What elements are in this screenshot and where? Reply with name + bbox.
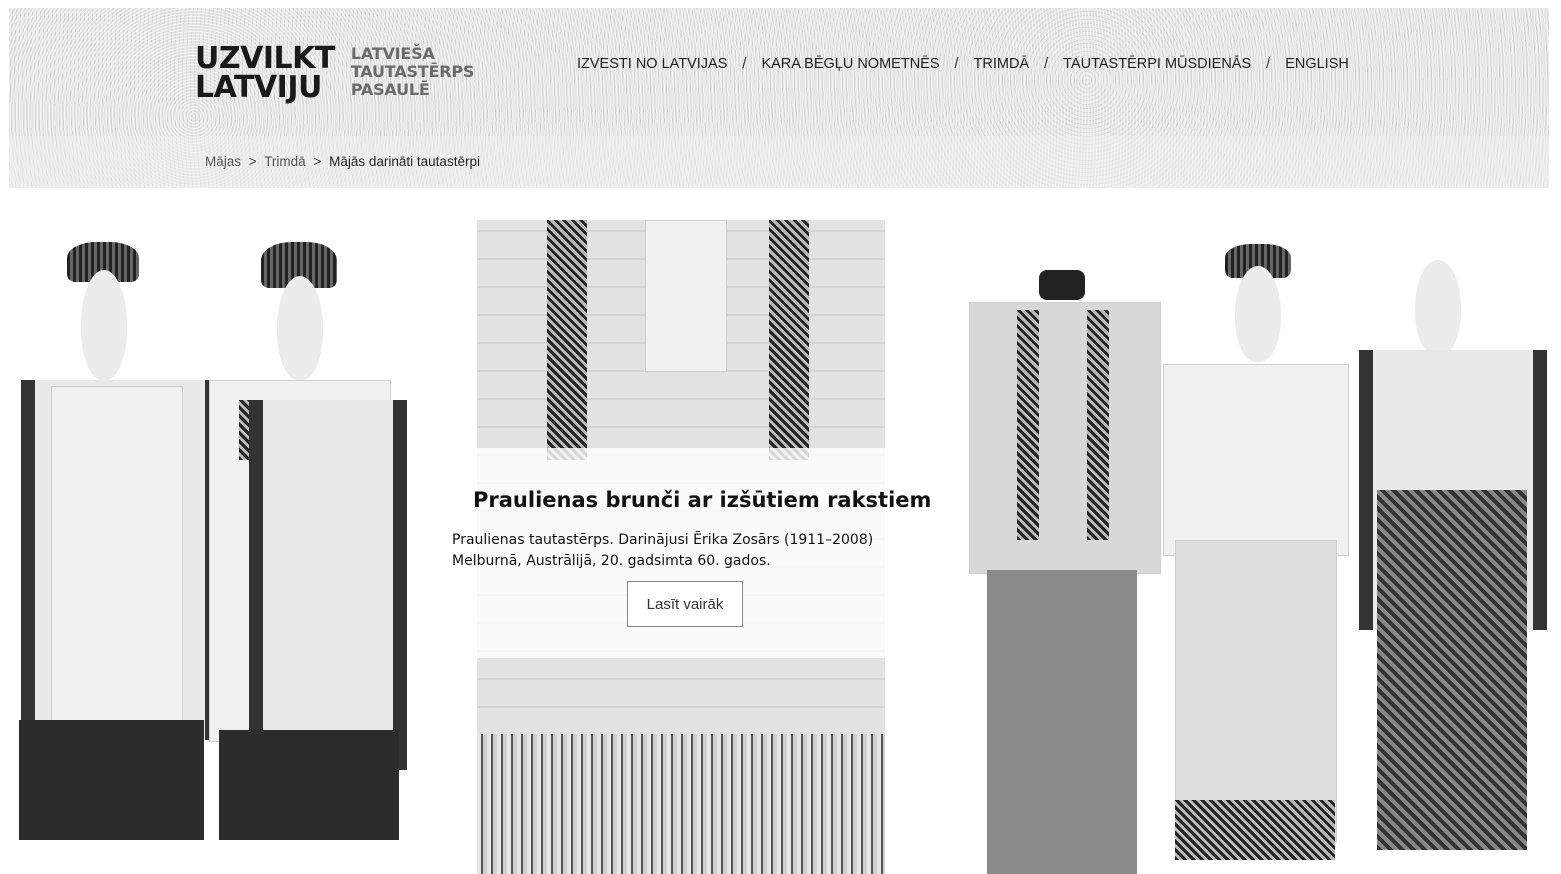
mannequin-head [1415,260,1461,356]
logo-sub-line-2: TAUTASTĒRPS [350,62,475,81]
mannequin-head [277,276,323,380]
site-logo[interactable]: UZVILKT LATVIJU LATVIEŠA TAUTASTĒRPS PAS… [195,41,475,105]
breadcrumb-current: Mājās darināti tautastērpi [329,154,480,169]
costume-photo-right [969,240,1549,874]
embroidery-pattern [547,220,587,460]
breadcrumb-separator: > [248,154,257,169]
shawl [249,400,407,770]
embroidery-pattern [769,220,809,460]
read-more-button[interactable]: Lasīt vairāk [627,581,743,627]
embroidery-pattern [1017,310,1039,540]
blouse [51,386,183,728]
logo-subtitle: LATVIEŠA TAUTASTĒRPS PASAULĒ [350,44,475,99]
costume-photo-left [9,190,409,874]
embroidery-pattern [1175,800,1335,860]
breadcrumb-section[interactable]: Trimdā [264,154,306,169]
slide-description: Praulienas tautastērps. Darinājusi Ērika… [452,530,922,572]
logo-sub-line-1: LATVIEŠA [350,44,435,63]
site-header: UZVILKT LATVIJU LATVIEŠA TAUTASTĒRPS PAS… [9,8,1549,188]
mannequin-stand [1039,270,1085,300]
skirt-light [1175,540,1337,842]
nav-separator: / [742,56,747,72]
breadcrumb-separator: > [313,154,322,169]
logo-line-1: UZVILKT [195,41,335,76]
hero-slider: Praulienas brunči ar izšūtiem rakstiem P… [9,190,1549,874]
logo-main-text: UZVILKT LATVIJU [195,41,335,105]
mannequin-head [1235,266,1281,362]
blouse-collar [645,220,727,372]
breadcrumb-home[interactable]: Mājas [205,154,241,169]
nav-item-kara-beglu-nometnes[interactable]: KARA BĒGĻU NOMETNĒS [761,56,939,72]
slide-description-line-1: Praulienas tautastērps. Darinājusi Ērika… [452,532,874,548]
trousers [987,570,1137,874]
skirt [19,720,204,840]
nav-item-english[interactable]: ENGLISH [1285,56,1349,72]
shawl-fringe [477,734,885,874]
logo-sub-line-3: PASAULĒ [350,80,430,99]
skirt [219,730,399,840]
nav-item-trimda[interactable]: TRIMDĀ [974,56,1030,72]
embroidery-pattern [1087,310,1109,540]
nav-separator: / [1266,56,1271,72]
main-nav: IZVESTI NO LATVIJAS / KARA BĒGĻU NOMETNĒ… [577,56,1349,72]
slide-description-line-2: Melburnā, Austrālijā, 20. gadsimta 60. g… [452,553,771,569]
nav-item-izvesti[interactable]: IZVESTI NO LATVIJAS [577,56,727,72]
nav-item-tautasterpi-musdienas[interactable]: TAUTASTĒRPI MŪSDIENĀS [1063,56,1251,72]
nav-separator: / [954,56,959,72]
blouse [1163,364,1349,556]
patterned-skirt [1377,490,1527,850]
jacket [969,302,1161,574]
mannequin-head [81,270,127,380]
slide-title: Praulienas brunči ar izšūtiem rakstiem [473,488,932,512]
breadcrumb: Mājas > Trimdā > Mājās darināti tautastē… [205,154,480,169]
nav-separator: / [1044,56,1049,72]
logo-line-2: LATVIJU [195,70,322,105]
